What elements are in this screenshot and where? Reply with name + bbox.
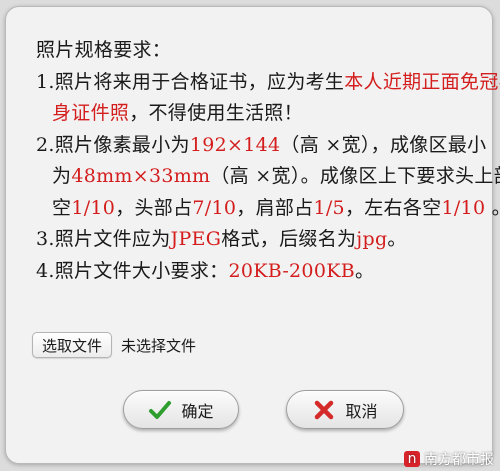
requirement-item-2-cont2: 空1/10，头部占7/10，肩部占1/5，左右各空1/10 。: [36, 193, 500, 225]
requirement-3-end: 。: [387, 228, 407, 250]
requirement-2-size-mm: 48mm×33mm: [71, 165, 211, 187]
requirement-4-size: 20KB-200KB: [228, 259, 355, 282]
requirement-3-ext: jpg: [356, 228, 388, 250]
confirm-button[interactable]: 确定: [123, 390, 239, 429]
requirement-2-frac-top: 1/10: [71, 196, 116, 219]
requirement-item-3: 3.照片文件应为JPEG格式，后缀名为jpg。: [36, 224, 476, 256]
requirement-2-lead3: 空: [52, 196, 72, 219]
check-icon: [149, 400, 172, 419]
cancel-button-label: 取消: [345, 401, 378, 421]
requirement-1-suffix: ，不得使用生活照！: [129, 102, 303, 124]
requirement-2-pixels: 192×144: [189, 133, 281, 156]
requirement-3-format: JPEG: [170, 228, 222, 250]
requirement-1-highlight-a: 本人近期正面免冠半: [344, 70, 500, 93]
requirements-text: 照片规格要求： 1.照片将来用于合格证书，应为考生本人近期正面免冠半 身证件照，…: [36, 35, 500, 288]
requirement-item-1-cont: 身证件照，不得使用生活照！: [36, 98, 476, 130]
requirement-1-prefix: 1.照片将来用于合格证书，应为考生: [36, 70, 345, 93]
watermark: n 南方都市报: [404, 449, 494, 469]
requirement-item-1: 1.照片将来用于合格证书，应为考生本人近期正面免冠半: [36, 67, 500, 99]
requirement-item-4: 4.照片文件大小要求：20KB-200KB。: [36, 256, 476, 288]
requirement-item-2: 2.照片像素最小为192×144（高 ×宽），成像区最小: [36, 130, 486, 162]
requirement-2-end: 。: [485, 197, 500, 219]
requirement-2-prefix: 2.照片像素最小为: [36, 133, 190, 156]
requirements-title: 照片规格要求：: [36, 39, 172, 61]
requirement-2-shoulder-text: ，肩部占: [236, 196, 314, 219]
file-status-text: 未选择文件: [121, 336, 197, 355]
watermark-text: 南方都市报: [424, 452, 494, 468]
choose-file-button[interactable]: 选取文件: [32, 332, 113, 358]
requirement-1-highlight-b: 身证件照: [52, 102, 130, 124]
requirement-2-tail: （高 ×宽）。成像区上下要求头上部: [210, 165, 500, 187]
requirement-2-mid: （高 ×宽），成像区最小: [280, 133, 487, 156]
requirement-2-frac-side: 1/10: [441, 196, 486, 219]
confirm-button-label: 确定: [181, 401, 214, 421]
requirement-4-end: 。: [354, 259, 375, 282]
requirement-2-side-text: ，左右各空: [344, 196, 442, 219]
cross-icon: [315, 400, 334, 419]
requirement-item-2-cont: 为48mm×33mm（高 ×宽）。成像区上下要求头上部: [36, 161, 500, 193]
photo-requirements-dialog: 照片规格要求： 1.照片将来用于合格证书，应为考生本人近期正面免冠半 身证件照，…: [5, 6, 500, 464]
watermark-logo-text: n: [407, 451, 417, 467]
requirement-4-prefix: 4.照片文件大小要求：: [36, 259, 229, 282]
requirement-2-frac-head: 7/10: [192, 196, 237, 219]
requirement-2-lead: 为: [52, 165, 72, 187]
cancel-button[interactable]: 取消: [286, 390, 404, 429]
requirement-3-prefix: 3.照片文件应为: [36, 228, 171, 250]
requirement-2-head-text: ，头部占: [115, 196, 193, 219]
newspaper-logo-icon: n: [404, 451, 420, 467]
file-input-row: 选取文件 未选择文件: [32, 332, 196, 358]
requirement-2-frac-shoulder: 1/5: [313, 196, 345, 219]
requirement-3-mid: 格式，后缀名为: [221, 228, 357, 250]
